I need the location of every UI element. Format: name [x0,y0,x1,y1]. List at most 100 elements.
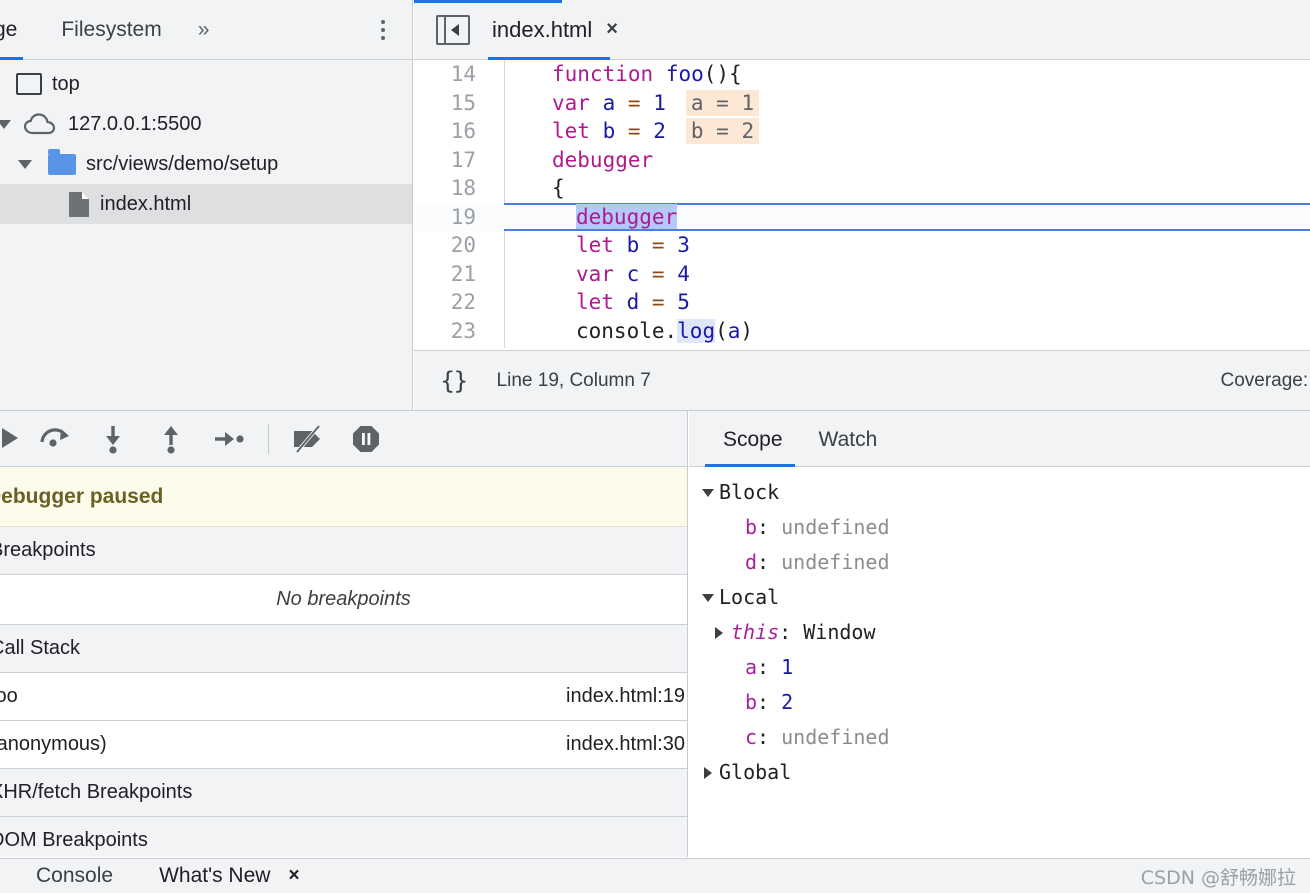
more-options-icon[interactable] [368,19,398,40]
tab-page[interactable]: ge [0,0,31,60]
deactivate-breakpoints-icon[interactable] [279,411,337,467]
scope-property[interactable]: d: undefined [689,545,1310,580]
tab-filesystem[interactable]: Filesystem [31,0,175,60]
call-stack-function: (anonymous) [0,733,107,755]
section-breakpoints[interactable]: Breakpoints [0,527,687,575]
section-call-stack[interactable]: Call Stack [0,625,687,673]
property-key: c [745,725,758,749]
tree-item-label: top [52,72,80,95]
tree-item-label: 127.0.0.1:5500 [68,112,202,135]
step-over-icon[interactable] [26,411,84,467]
scope-group-global[interactable]: Global [689,755,1310,790]
code-line-17: 17 debugger [414,146,1310,175]
line-number: 18 [450,176,476,200]
tree-item-label: src/views/demo/setup [86,152,279,175]
section-xhr-breakpoints[interactable]: XHR/fetch Breakpoints [0,769,687,817]
call-stack-location[interactable]: index.html:30 [566,733,685,756]
tree-item-label: index.html [100,192,192,215]
bottom-area: Debugger paused Breakpoints No breakpoin… [0,410,1310,893]
step-icon[interactable] [200,411,258,467]
tree-item-folder[interactable]: src/views/demo/setup [0,144,412,184]
section-dom-breakpoints[interactable]: DOM Breakpoints [0,817,687,857]
code-text: let b = 3 [576,233,690,257]
tree-item-file-index-html[interactable]: index.html [0,184,412,224]
property-value: undefined [781,725,890,749]
pretty-print-icon[interactable]: {} [440,367,469,395]
debugger-paused-banner: Debugger paused [0,467,687,527]
property-value: 2 [781,690,794,714]
call-stack-row[interactable]: foo index.html:19 [0,673,687,721]
folder-icon [48,148,76,175]
expand-arrow-folder[interactable] [14,159,36,169]
cursor-position: Line 19, Column 7 [496,369,651,391]
line-number: 19 [450,204,476,229]
tree-item-origin[interactable]: 127.0.0.1:5500 [0,104,412,144]
collapse-arrow-icon[interactable] [697,488,719,497]
scope-name: Block [719,480,780,504]
scope-property[interactable]: a: 1 [689,650,1310,685]
code-text: let d = 5 [576,290,690,314]
line-number: 15 [450,90,476,115]
scope-tabbar: Scope Watch [689,411,1310,467]
tab-whats-new[interactable]: What's New [159,864,270,888]
drawer-tabbar: Console What's New × CSDN @舒畅娜拉 [0,858,1310,893]
more-tabs-icon[interactable]: » [190,18,218,42]
expand-arrow-icon[interactable] [697,766,719,779]
navigator-pane: ge Filesystem » top [0,0,413,410]
inline-value-hint: a = 1 [685,89,760,116]
code-text: var c = 4 [576,261,690,286]
editor-status-bar: {} Line 19, Column 7 Coverage: n [414,350,1310,410]
debugger-sidebar: Debugger paused Breakpoints No breakpoin… [0,411,688,857]
file-icon [68,191,90,218]
tab-console[interactable]: Console [36,864,113,888]
scope-property[interactable]: b: 2 [689,685,1310,720]
line-number: 16 [450,119,476,143]
editor-tabbar: index.html × [414,0,1310,60]
code-text: let b = 2b = 2 [490,117,760,146]
file-tree: top 127.0.0.1:5500 src/views/demo/setup … [0,60,412,224]
code-viewport[interactable]: 14 function foo(){ 15 var a = 1a = 1 16 … [414,60,1310,348]
call-stack-location[interactable]: index.html:19 [566,685,685,708]
tab-index-html[interactable]: index.html × [488,0,618,60]
code-line-21: 21 var c = 4 [414,260,1310,289]
resume-icon[interactable] [0,411,26,467]
step-out-icon[interactable] [142,411,200,467]
scope-property-this[interactable]: this: Window [689,615,1310,650]
expand-arrow-icon[interactable] [689,626,731,639]
debugger-toolbar [0,411,687,467]
code-line-15: 15 var a = 1a = 1 [414,89,1310,118]
property-value: 1 [781,655,794,679]
scope-pane: Scope Watch Block b: undefined d: undefi… [689,411,1310,857]
breakpoints-empty: No breakpoints [0,575,687,625]
code-line-23: 23 console.log(a) [414,317,1310,346]
call-stack-row[interactable]: (anonymous) index.html:30 [0,721,687,769]
code-line-14: 14 function foo(){ [414,60,1310,89]
tab-watch[interactable]: Watch [801,428,896,466]
watermark: CSDN @舒畅娜拉 [1140,866,1296,889]
pause-on-exceptions-icon[interactable] [337,411,395,467]
scope-group-block[interactable]: Block [689,475,1310,510]
code-text: var a = 1a = 1 [490,89,760,118]
property-value: undefined [781,515,890,539]
code-text: { [552,176,565,200]
inline-value-hint: b = 2 [685,118,760,144]
tree-item-top[interactable]: top [0,64,412,104]
line-number: 21 [450,261,476,286]
code-content: 14 function foo(){ 15 var a = 1a = 1 16 … [414,60,1310,345]
close-icon[interactable]: × [288,865,299,887]
step-into-icon[interactable] [84,411,142,467]
scope-property[interactable]: b: undefined [689,510,1310,545]
scope-group-local[interactable]: Local [689,580,1310,615]
close-icon[interactable]: × [606,18,618,41]
section-title: XHR/fetch Breakpoints [0,781,193,803]
show-navigator-icon[interactable] [436,14,470,45]
collapse-arrow-icon[interactable] [697,593,719,602]
tab-label: index.html [492,16,593,42]
expand-arrow-origin[interactable] [0,119,22,129]
code-line-16: 16 let b = 2b = 2 [414,117,1310,146]
property-key: this [731,620,780,644]
top-area: ge Filesystem » top [0,0,1310,410]
tab-scope[interactable]: Scope [705,428,801,467]
scope-property[interactable]: c: undefined [689,720,1310,755]
section-title: Call Stack [0,637,81,659]
